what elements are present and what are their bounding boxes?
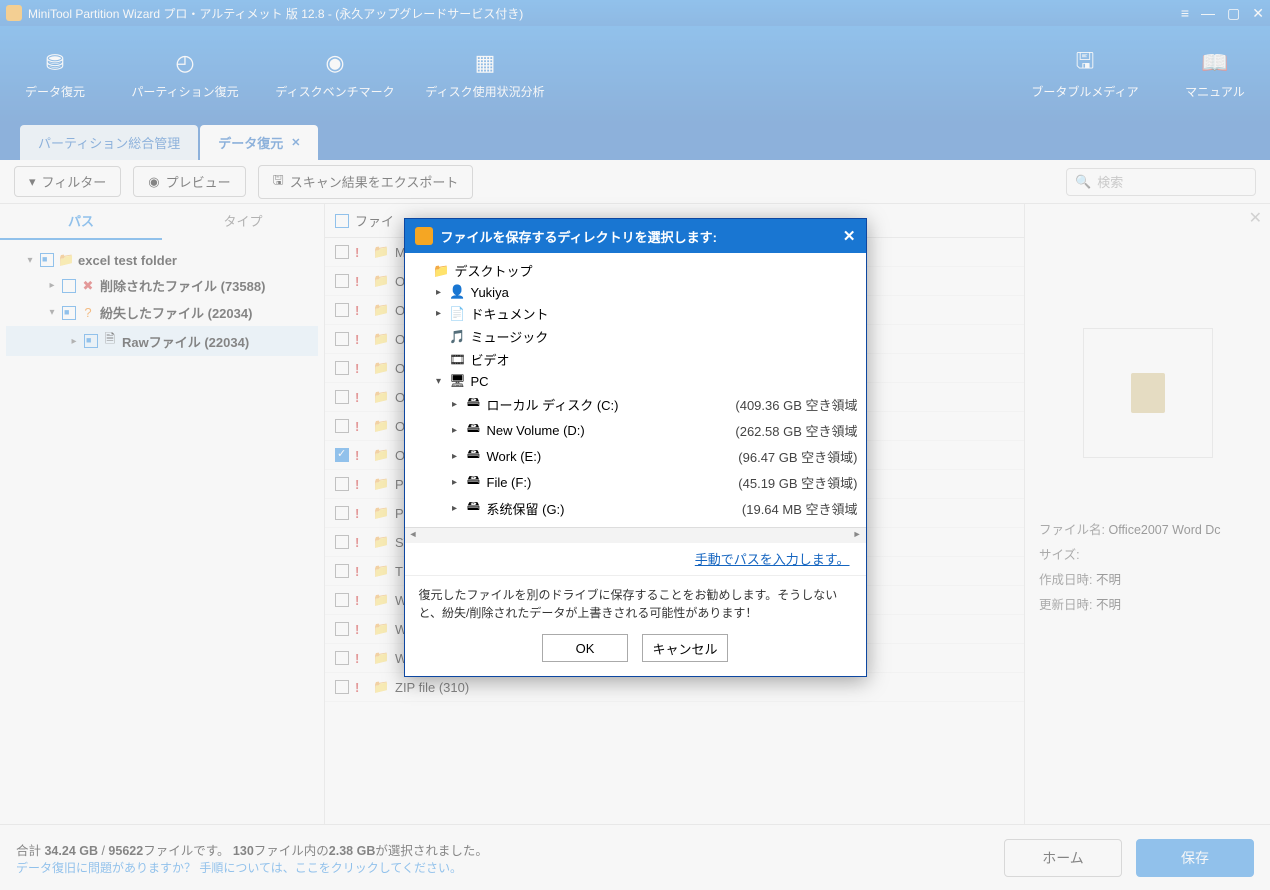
music-icon: 🎵 — [449, 329, 467, 345]
dialog-cancel-button[interactable]: キャンセル — [642, 634, 728, 662]
dialog-logo-icon — [415, 227, 433, 245]
dialog-horizontal-scrollbar[interactable] — [405, 527, 866, 543]
tree-music[interactable]: 🎵ミュージック — [413, 325, 858, 348]
chevron-right-icon[interactable]: ▸ — [449, 503, 461, 514]
drive-icon: 🖴 — [465, 419, 483, 441]
drive-icon: 🖴 — [465, 393, 483, 415]
drive-name: 系统保留 (G:) — [487, 499, 565, 518]
user-icon: 👤 — [449, 284, 467, 300]
drive-name: File (F:) — [487, 475, 532, 490]
drive-name: ローカル ディスク (C:) — [487, 395, 619, 414]
tree-drive[interactable]: ▸ 🖴系统保留 (G:) (19.64 MB 空き領域 — [413, 495, 858, 521]
chevron-right-icon[interactable]: ▸ — [433, 287, 445, 298]
tree-drive[interactable]: ▸ 🖴ローカル ディスク (C:) (409.36 GB 空き領域 — [413, 391, 858, 417]
drive-name: Work (E:) — [487, 449, 542, 464]
chevron-down-icon[interactable]: ▾ — [433, 376, 445, 387]
drive-free-space: (409.36 GB 空き領域 — [725, 395, 857, 414]
manual-path-link[interactable]: 手動でパスを入力します。 — [695, 552, 850, 567]
tree-desktop[interactable]: 📁デスクトップ — [413, 259, 858, 282]
drive-free-space: (45.19 GB 空き領域) — [728, 473, 857, 492]
pc-icon: 🖥 — [449, 373, 467, 389]
tree-pc[interactable]: ▾🖥PC — [413, 371, 858, 391]
save-directory-dialog: ファイルを保存するディレクトリを選択します: ✕ 📁デスクトップ ▸👤Yukiy… — [404, 218, 867, 677]
dialog-folder-tree: 📁デスクトップ ▸👤Yukiya ▸📄ドキュメント 🎵ミュージック 🎞ビデオ ▾… — [405, 253, 866, 527]
folder-icon: 📁 — [433, 263, 451, 279]
chevron-right-icon[interactable]: ▸ — [449, 425, 461, 436]
modal-overlay: ファイルを保存するディレクトリを選択します: ✕ 📁デスクトップ ▸👤Yukiy… — [0, 0, 1270, 890]
tree-drive[interactable]: ▸ 🖴 File (F:) (45.19 GB 空き領域) — [413, 469, 858, 495]
drive-free-space: (19.64 MB 空き領域 — [732, 499, 858, 518]
tree-video[interactable]: 🎞ビデオ — [413, 348, 858, 371]
drive-icon: 🖴 — [465, 471, 483, 493]
chevron-right-icon[interactable]: ▸ — [449, 477, 461, 488]
tree-documents[interactable]: ▸📄ドキュメント — [413, 302, 858, 325]
chevron-right-icon[interactable]: ▸ — [449, 399, 461, 410]
chevron-right-icon[interactable]: ▸ — [449, 451, 461, 462]
dialog-warning-text: 復元したファイルを別のドライブに保存することをお勧めします。そうしないと、紛失/… — [405, 575, 866, 626]
tree-user[interactable]: ▸👤Yukiya — [413, 282, 858, 302]
drive-free-space: (262.58 GB 空き領域 — [725, 421, 857, 440]
dialog-ok-button[interactable]: OK — [542, 634, 628, 662]
drive-icon: 🖴 — [465, 497, 483, 519]
tree-drive[interactable]: ▸ 🖴 New Volume (D:) (262.58 GB 空き領域 — [413, 417, 858, 443]
drive-name: New Volume (D:) — [487, 423, 585, 438]
drive-free-space: (96.47 GB 空き領域) — [728, 447, 857, 466]
tree-drive[interactable]: ▸ 🖴 Work (E:) (96.47 GB 空き領域) — [413, 443, 858, 469]
dialog-titlebar: ファイルを保存するディレクトリを選択します: ✕ — [405, 219, 866, 253]
documents-icon: 📄 — [449, 306, 467, 322]
dialog-close-icon[interactable]: ✕ — [843, 227, 856, 245]
drive-icon: 🖴 — [465, 445, 483, 467]
video-icon: 🎞 — [449, 352, 467, 368]
chevron-right-icon[interactable]: ▸ — [433, 308, 445, 319]
